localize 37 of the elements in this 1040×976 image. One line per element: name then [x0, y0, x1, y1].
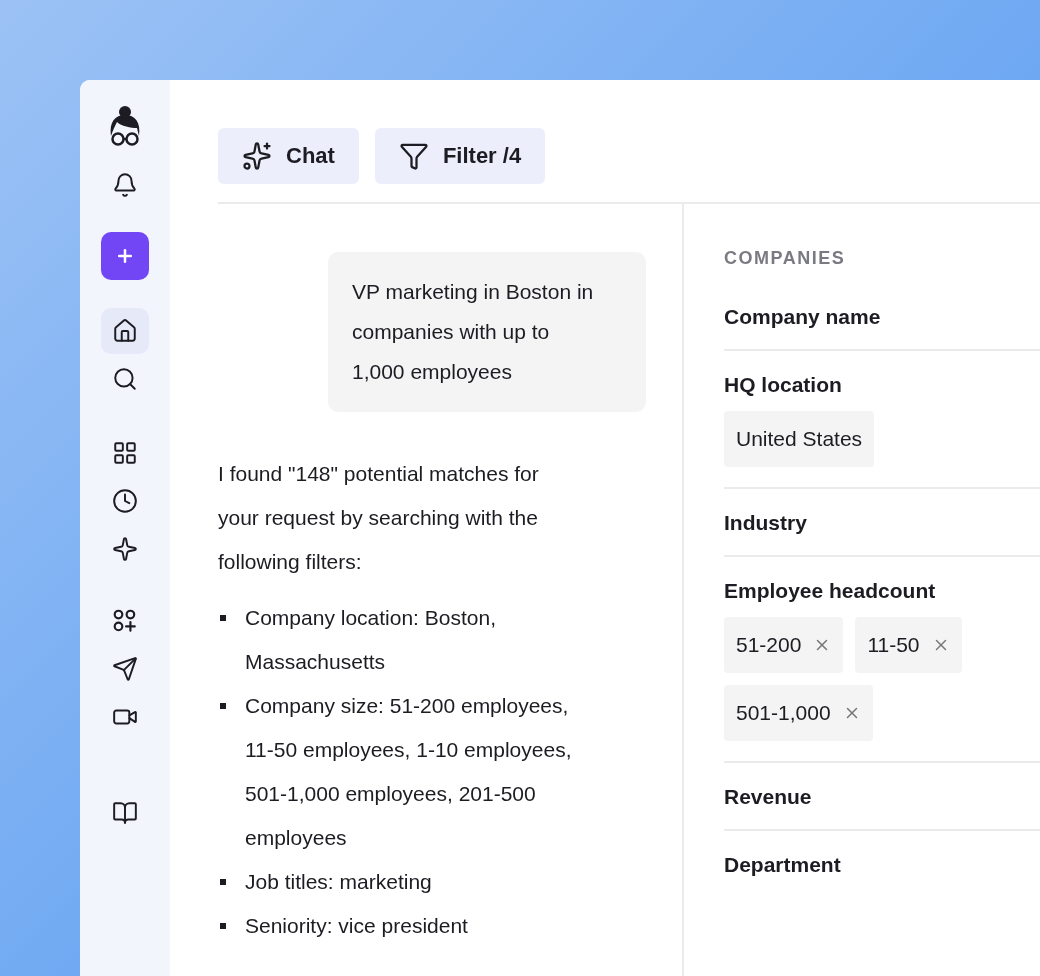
chip-label: 51-200 — [736, 633, 802, 657]
bell-icon — [112, 172, 138, 198]
sparkle-icon — [112, 536, 138, 562]
chip-label: 501-1,000 — [736, 701, 831, 725]
section-heading: COMPANIES — [724, 248, 847, 269]
filter-summary: Job titles: marketing — [245, 869, 433, 895]
book-icon — [112, 800, 138, 826]
bullet-icon — [220, 923, 226, 929]
clock-icon — [112, 488, 138, 514]
filter-summary: Company location: Boston, Massachusetts — [245, 605, 497, 675]
filter-label[interactable]: Industry — [724, 511, 1040, 535]
filter-label[interactable]: Employee headcount — [724, 579, 1040, 603]
bullet-icon — [220, 615, 226, 621]
filter-label[interactable]: Revenue — [724, 785, 1040, 809]
filter-summary: Company size: 51-200 employees, 11-50 employees, 1-10 employees, 501-1,000 employees, 201-500 employees — [245, 693, 573, 851]
filter-button[interactable]: Filter /4 — [374, 128, 546, 184]
grid-icon — [112, 440, 138, 466]
home-icon — [112, 318, 138, 344]
user-message: VP marketing in Boston in companies with up to 1,000 employees — [328, 252, 646, 412]
shapes-icon — [112, 608, 138, 634]
reply-text: I found "148" potential matches for your request by searching with the following filters: — [218, 461, 540, 575]
plus-icon — [115, 246, 135, 266]
filter-label[interactable]: Company name — [724, 305, 1040, 329]
bullet-icon — [220, 703, 226, 709]
add-button[interactable] — [101, 232, 149, 280]
filter-summary: Seniority: vice president — [245, 913, 469, 939]
chip-label: 11-50 — [867, 633, 920, 657]
bullet-icon — [220, 879, 226, 885]
send-icon — [112, 656, 138, 682]
home-button[interactable] — [101, 308, 149, 354]
funnel-icon — [398, 141, 429, 171]
filter-label[interactable]: HQ location — [724, 373, 1040, 397]
filter-label[interactable]: Department — [724, 853, 1040, 877]
chip-label: United States — [736, 427, 863, 451]
sparkles-icon — [242, 141, 272, 171]
search-icon — [112, 366, 138, 392]
chat-button[interactable]: Chat — [218, 128, 359, 184]
